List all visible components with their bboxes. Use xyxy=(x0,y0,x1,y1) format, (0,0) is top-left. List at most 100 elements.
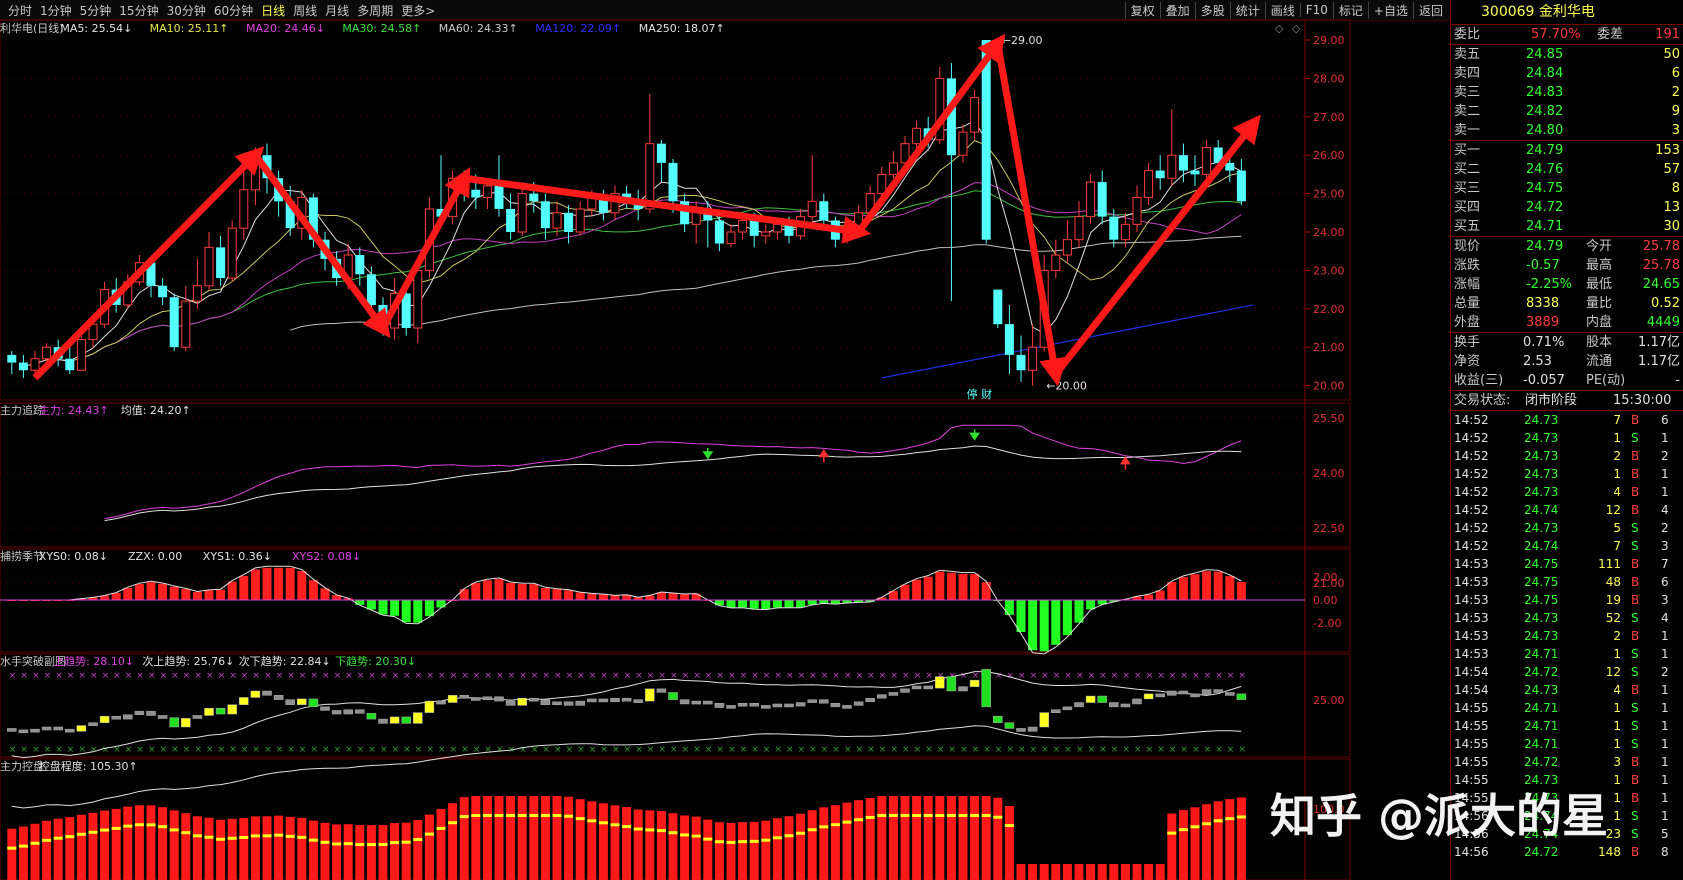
sailor-box xyxy=(552,701,562,706)
histogram-bar xyxy=(981,582,991,600)
candle[interactable] xyxy=(1028,324,1038,386)
lower-trend-mark: × xyxy=(125,745,133,755)
tick-volume: 5 xyxy=(1613,521,1621,535)
candle[interactable] xyxy=(1155,155,1165,190)
histogram-bar xyxy=(1062,600,1072,636)
high-price-label: ←29.00 xyxy=(1002,34,1043,47)
candle[interactable] xyxy=(1086,174,1096,225)
candle[interactable] xyxy=(1178,143,1188,183)
candle-body xyxy=(239,189,249,229)
lower-trend-mark: × xyxy=(542,745,550,755)
candle[interactable] xyxy=(993,289,1003,328)
tick-count: 8 xyxy=(1661,845,1669,859)
upper-trend-mark: × xyxy=(1157,671,1165,681)
candle[interactable] xyxy=(575,201,585,236)
diamond-icon[interactable]: ◇ xyxy=(1275,22,1284,35)
stat-value: 8338 xyxy=(1526,296,1560,311)
buy-order-row: 买一 24.79 153 xyxy=(1451,141,1683,160)
y-tick-label: 23.00 xyxy=(1313,264,1345,277)
control-bar xyxy=(42,820,52,880)
tick-row: 14:52 24.74 12 B 4 xyxy=(1451,501,1683,519)
kline-chart[interactable]: 29.00 28.00 27.00 26.00 25.00 24.00 23.00 22.00… xyxy=(0,0,1450,880)
sailor-box xyxy=(575,700,585,706)
control-bar xyxy=(366,825,376,880)
trade-status: 交易状态: 闭市阶段 15:30:00 xyxy=(1451,391,1683,411)
stat-label: 最高 xyxy=(1586,258,1613,273)
tick-price: 24.72 xyxy=(1524,755,1559,769)
candle[interactable] xyxy=(680,193,690,232)
histogram-bar xyxy=(680,594,690,600)
candle[interactable] xyxy=(192,258,202,309)
candle[interactable] xyxy=(1132,185,1142,232)
upper-trend-mark: × xyxy=(705,671,713,681)
sub2-legend-item: 捕捞季节 xyxy=(0,549,44,563)
candle[interactable] xyxy=(1051,239,1061,279)
candle[interactable] xyxy=(7,351,17,375)
tick-side: B xyxy=(1631,485,1640,499)
candle[interactable] xyxy=(355,247,365,286)
control-bar-mark xyxy=(134,823,144,827)
candle[interactable] xyxy=(1016,335,1026,382)
sailor-box xyxy=(331,710,342,715)
control-bar xyxy=(250,816,260,880)
candle[interactable] xyxy=(981,40,991,244)
candle[interactable] xyxy=(958,124,968,163)
control-bar-mark xyxy=(88,830,98,834)
histogram-bar xyxy=(192,591,202,600)
upper-trend-mark: × xyxy=(1146,671,1154,681)
control-bar xyxy=(830,805,840,880)
candle[interactable] xyxy=(807,155,817,221)
tick-side: B xyxy=(1631,773,1640,787)
candle[interactable] xyxy=(204,232,214,290)
candle[interactable] xyxy=(935,66,945,144)
candle[interactable] xyxy=(1004,304,1014,375)
candle[interactable] xyxy=(1074,201,1084,248)
candle[interactable] xyxy=(517,182,527,236)
sailor-box xyxy=(714,702,725,708)
candle[interactable] xyxy=(65,347,75,375)
candle[interactable] xyxy=(1190,155,1200,186)
candle[interactable] xyxy=(18,354,28,378)
candle[interactable] xyxy=(645,93,655,213)
control-bar xyxy=(158,807,168,880)
candle[interactable] xyxy=(227,220,237,282)
tick-count: 1 xyxy=(1661,485,1669,499)
candle[interactable] xyxy=(239,166,249,240)
candle[interactable] xyxy=(1144,162,1154,206)
candle[interactable] xyxy=(761,224,771,244)
candle[interactable] xyxy=(216,235,226,286)
control-bar xyxy=(1004,806,1014,880)
order-volume: 2 xyxy=(1671,85,1680,100)
candle[interactable] xyxy=(819,193,829,229)
signal-marker xyxy=(702,448,714,460)
candle[interactable] xyxy=(610,185,620,221)
candle[interactable] xyxy=(656,139,666,183)
candle[interactable] xyxy=(726,224,736,248)
tick-volume: 1 xyxy=(1613,737,1621,751)
candle[interactable] xyxy=(1167,109,1177,186)
sub3-legend-item: 上趋势: 28.10↓ xyxy=(53,655,134,668)
tick-count: 6 xyxy=(1661,413,1669,427)
candle[interactable] xyxy=(181,285,191,352)
control-bar-mark xyxy=(308,838,318,842)
control-bar-mark xyxy=(900,814,910,817)
upper-trend-mark: × xyxy=(264,671,272,681)
candle[interactable] xyxy=(1062,220,1072,263)
histogram-bar xyxy=(250,569,260,600)
tick-side: S xyxy=(1631,539,1639,553)
candle[interactable] xyxy=(970,89,980,140)
candle[interactable] xyxy=(888,151,898,179)
control-bar-mark xyxy=(854,818,864,822)
control-bar-mark xyxy=(1004,824,1014,828)
sailor-box xyxy=(633,699,643,703)
candle[interactable] xyxy=(158,278,168,305)
candle[interactable] xyxy=(169,293,179,352)
upper-trend-mark: × xyxy=(635,671,643,681)
webi-label: 委比 xyxy=(1454,27,1481,42)
candle[interactable] xyxy=(1236,159,1246,206)
diamond-icon[interactable]: ◇ xyxy=(1292,22,1301,35)
stat-value: 25.78 xyxy=(1642,239,1680,254)
weicha-value: 191 xyxy=(1655,27,1680,42)
candle[interactable] xyxy=(1097,170,1107,225)
control-bar-mark xyxy=(471,814,481,817)
